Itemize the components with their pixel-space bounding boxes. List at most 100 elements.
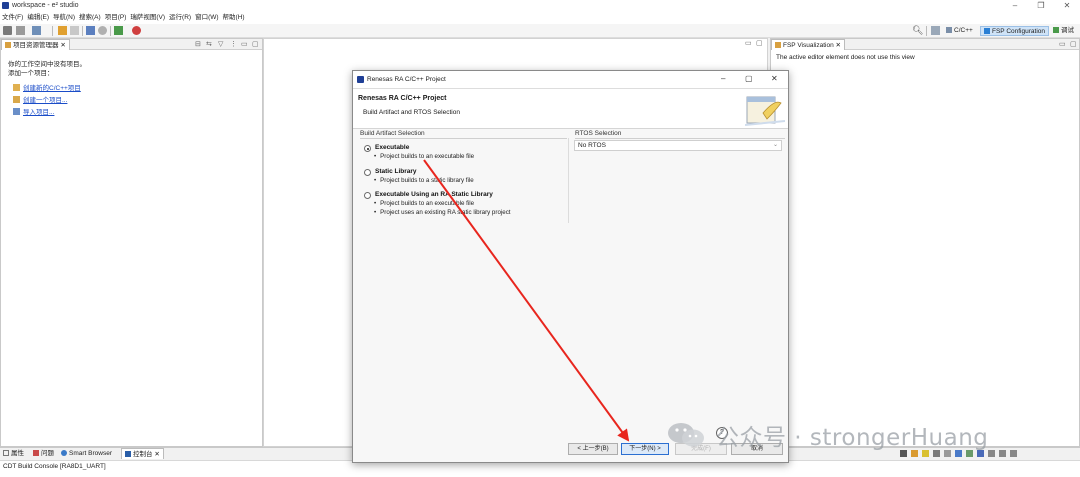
add-project-message: 添加一个项目： <box>8 70 54 77</box>
tab-properties[interactable]: 属性 <box>0 448 27 459</box>
tab-fsp-visualization[interactable]: FSP Visualization ✕ <box>771 39 845 50</box>
run-icon[interactable] <box>132 26 141 35</box>
link-create-project-label[interactable]: 创建一个项目... <box>23 97 67 104</box>
create-project-icon <box>13 96 20 103</box>
artifact-group-label: Build Artifact Selection <box>360 130 425 137</box>
menu-window[interactable]: 窗口(W) <box>195 12 218 24</box>
properties-icon <box>3 450 9 456</box>
minimize-view-icon[interactable]: ▭ <box>1059 40 1066 49</box>
menu-project[interactable]: 项目(P) <box>105 12 127 24</box>
menu-navigate[interactable]: 导航(N) <box>53 12 75 24</box>
perspective-cpp-label: C/C++ <box>954 27 973 34</box>
undo-icon[interactable] <box>70 26 79 35</box>
toolbar-separator <box>82 26 83 36</box>
menu-file[interactable]: 文件(F) <box>2 12 23 24</box>
close-tab-icon[interactable]: ✕ <box>60 42 65 49</box>
menu-run[interactable]: 运行(R) <box>169 12 191 24</box>
tab-console[interactable]: 控制台 ✕ <box>121 448 164 459</box>
dialog-maximize-button[interactable]: ▢ <box>745 74 753 83</box>
view-menu-icon[interactable]: ⋮ <box>230 40 237 49</box>
maximize-editor-icon[interactable]: ▢ <box>756 39 763 48</box>
search-icon[interactable]: 🔍︎ <box>912 25 923 36</box>
radio-static-library[interactable] <box>364 169 371 176</box>
terminal-icon[interactable] <box>86 26 95 35</box>
app-icon <box>2 2 9 9</box>
radio-executable-ra-static[interactable] <box>364 192 371 199</box>
close-window-button[interactable]: ✕ <box>1060 1 1074 11</box>
new-project-dialog: Renesas RA C/C++ Project – ▢ ✕ Renesas R… <box>352 70 789 463</box>
link-create-project[interactable]: 创建一个项目... <box>13 94 67 104</box>
close-tab-icon[interactable]: ✕ <box>154 451 159 458</box>
link-editor-icon[interactable]: ⇆ <box>206 40 212 49</box>
tab-project-explorer-label: 项目资源管理器 <box>13 42 59 49</box>
minimize-view-icon[interactable] <box>999 450 1006 457</box>
link-new-cpp-project[interactable]: 创建新的C/C++项目 <box>13 82 81 92</box>
fsp-visualization-tabbar: FSP Visualization ✕ ▭ ▢ <box>771 39 1079 50</box>
project-explorer-pane: 项目资源管理器 ✕ ⊟ ⇆ ▽ ⋮ ▭ ▢ 你的工作空间中没有项目。 添加一个项… <box>0 38 263 447</box>
window-title: workspace - e² studio <box>12 2 79 9</box>
tab-console-label: 控制台 <box>133 451 153 458</box>
link-import-projects[interactable]: 导入项目... <box>13 106 54 116</box>
debug-icon[interactable] <box>114 26 123 35</box>
tab-smart-browser[interactable]: Smart Browser <box>58 448 115 459</box>
watermark-text: 公众号 · strongerHuang <box>716 425 989 451</box>
menu-search[interactable]: 搜索(A) <box>79 12 101 24</box>
perspective-cpp[interactable]: C/C++ <box>943 26 976 36</box>
dialog-minimize-button[interactable]: – <box>721 74 725 83</box>
cpp-icon <box>946 27 952 33</box>
tab-project-explorer[interactable]: 项目资源管理器 ✕ <box>1 39 70 50</box>
wizard-banner-icon <box>745 96 785 126</box>
perspective-debug[interactable]: 调试 <box>1050 26 1077 36</box>
maximize-view-icon[interactable]: ▢ <box>252 40 259 49</box>
new-project-icon <box>13 84 20 91</box>
minimize-button[interactable]: – <box>1008 1 1022 11</box>
tab-problems[interactable]: 问题 <box>30 448 57 459</box>
collapse-all-icon[interactable]: ⊟ <box>195 40 201 49</box>
link-import-projects-label[interactable]: 导入项目... <box>23 109 54 116</box>
build-icon[interactable] <box>32 26 41 35</box>
dialog-app-icon <box>357 76 364 83</box>
window-titlebar: workspace - e² studio – ❐ ✕ <box>0 0 1080 12</box>
rtos-select-value: No RTOS <box>578 142 606 149</box>
save-icon[interactable] <box>16 26 25 35</box>
problems-icon <box>33 450 39 456</box>
dialog-close-button[interactable]: ✕ <box>771 74 778 83</box>
tab-properties-label: 属性 <box>11 450 24 457</box>
group-divider <box>575 138 785 139</box>
back-button[interactable]: < 上一步(B) <box>568 443 618 455</box>
console-icon <box>125 451 131 457</box>
perspective-fsp[interactable]: FSP Configuration <box>980 26 1049 36</box>
filter-icon[interactable]: ▽ <box>218 40 223 49</box>
fsp-visualization-message: The active editor element does not use t… <box>776 54 915 61</box>
group-divider-vertical <box>568 138 569 223</box>
option-static-library-bullet: Project builds to a static library file <box>374 177 474 184</box>
wechat-icon <box>668 423 704 447</box>
watermark: 公众号 · strongerHuang <box>664 418 1054 451</box>
restore-button[interactable]: ❐ <box>1034 1 1048 11</box>
option-executable-label: Executable <box>375 144 410 151</box>
next-button[interactable]: 下一步(N) > <box>621 443 669 455</box>
close-tab-icon[interactable]: ✕ <box>836 42 841 49</box>
fsp-icon <box>984 28 990 34</box>
maximize-view-icon[interactable]: ▢ <box>1070 40 1077 49</box>
maximize-view-icon[interactable] <box>1010 450 1017 457</box>
minimize-view-icon[interactable]: ▭ <box>241 40 248 49</box>
view-menu-icon[interactable] <box>988 450 995 457</box>
open-perspective-icon[interactable] <box>931 26 940 35</box>
rtos-select[interactable]: No RTOS ⌄ <box>574 140 782 151</box>
menu-help[interactable]: 帮助(H) <box>223 12 245 24</box>
radio-executable[interactable] <box>364 145 371 152</box>
toolbar-separator <box>926 26 927 36</box>
minimize-editor-icon[interactable]: ▭ <box>745 39 752 48</box>
settings-icon[interactable] <box>98 26 107 35</box>
link-new-cpp-project-label[interactable]: 创建新的C/C++项目 <box>23 85 81 92</box>
menu-renesas-views[interactable]: 瑞萨视图(V) <box>130 12 165 24</box>
tab-problems-label: 问题 <box>41 450 54 457</box>
dialog-banner: Renesas RA C/C++ Project Build Artifact … <box>353 89 788 129</box>
project-explorer-tabbar: 项目资源管理器 ✕ ⊟ ⇆ ▽ ⋮ ▭ ▢ <box>1 39 262 50</box>
option-executable-ra-static-label: Executable Using an RA Static Library <box>375 191 493 198</box>
edit-icon[interactable] <box>58 26 67 35</box>
tab-smart-browser-label: Smart Browser <box>69 450 112 457</box>
menu-edit[interactable]: 编辑(E) <box>27 12 49 24</box>
new-icon[interactable] <box>3 26 12 35</box>
